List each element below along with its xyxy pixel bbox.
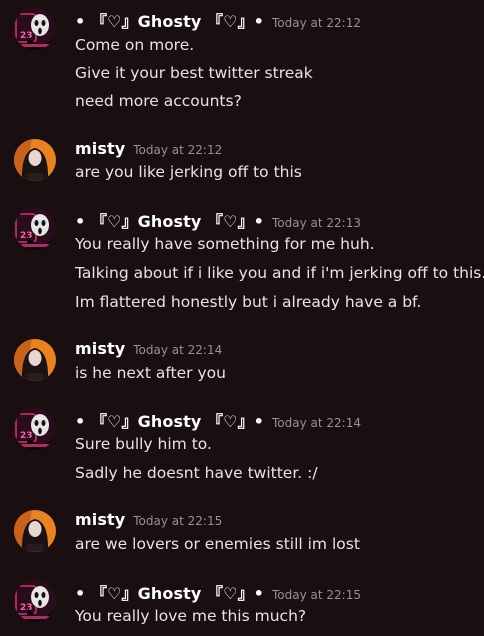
message-header: • 『♡』Ghosty 『♡』• Today at 22:13: [75, 208, 361, 232]
message-header: • 『♡』Ghosty 『♡』• Today at 22:12: [75, 8, 361, 32]
message-text: Come on more.: [75, 36, 195, 54]
timestamp[interactable]: Today at 22:14: [133, 343, 222, 357]
message-header: • 『♡』Ghosty 『♡』• Today at 22:14: [75, 408, 361, 432]
timestamp[interactable]: Today at 22:15: [272, 588, 361, 602]
username[interactable]: misty: [75, 510, 125, 529]
ghostface-avatar-icon[interactable]: 23: [14, 208, 56, 250]
timestamp[interactable]: Today at 22:13: [272, 216, 361, 230]
message-header: misty Today at 22:14: [75, 339, 222, 363]
chat-message-list: 23 • 『♡』Ghosty 『♡』• Today at 22:12 Come …: [0, 0, 484, 636]
message-text: Im flattered honestly but i already have…: [75, 293, 422, 311]
ghostface-avatar-icon[interactable]: 23: [14, 8, 56, 50]
timestamp[interactable]: Today at 22:14: [272, 416, 361, 430]
message-text: Sure bully him to.: [75, 435, 212, 453]
message-text: Give it your best twitter streak: [75, 64, 313, 82]
misty-avatar-icon[interactable]: [14, 339, 56, 381]
timestamp[interactable]: Today at 22:12: [272, 16, 361, 30]
message-text: You really have something for me huh.: [75, 235, 375, 253]
ghostface-avatar-icon[interactable]: 23: [14, 408, 56, 450]
username[interactable]: misty: [75, 339, 125, 358]
message-text: need more accounts?: [75, 92, 242, 110]
username[interactable]: • 『♡』Ghosty 『♡』•: [75, 408, 264, 432]
username[interactable]: • 『♡』Ghosty 『♡』•: [75, 208, 264, 232]
username[interactable]: • 『♡』Ghosty 『♡』•: [75, 8, 264, 32]
message-header: misty Today at 22:12: [75, 139, 222, 163]
misty-avatar-icon[interactable]: [14, 510, 56, 552]
username[interactable]: • 『♡』Ghosty 『♡』•: [75, 580, 264, 604]
message-text: are we lovers or enemies still im lost: [75, 535, 360, 553]
timestamp[interactable]: Today at 22:15: [133, 514, 222, 528]
message-text: You really love me this much?: [75, 607, 307, 625]
message-header: • 『♡』Ghosty 『♡』• Today at 22:15: [75, 580, 361, 604]
message-text: Talking about if i like you and if i'm j…: [75, 264, 484, 282]
username[interactable]: misty: [75, 139, 125, 158]
message-header: misty Today at 22:15: [75, 510, 222, 534]
misty-avatar-icon[interactable]: [14, 139, 56, 181]
message-text: is he next after you: [75, 364, 226, 382]
ghostface-avatar-icon[interactable]: 23: [14, 580, 56, 622]
message-text: Sadly he doesnt have twitter. :/: [75, 464, 318, 482]
message-text: are you like jerking off to this: [75, 163, 302, 181]
timestamp[interactable]: Today at 22:12: [133, 143, 222, 157]
